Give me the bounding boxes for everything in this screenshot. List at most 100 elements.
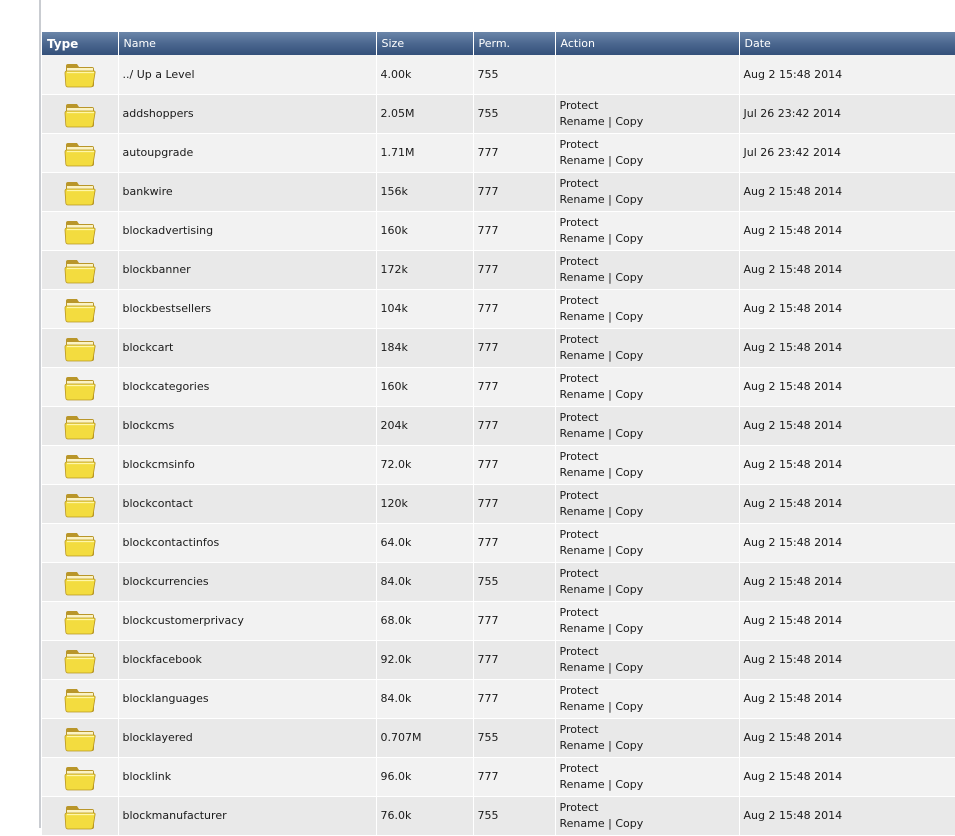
copy-link[interactable]: Copy (615, 388, 643, 401)
file-permissions[interactable]: 755 (473, 796, 556, 836)
folder-icon[interactable] (64, 336, 96, 362)
rename-link[interactable]: Rename (560, 622, 605, 635)
file-name[interactable]: blocklink (118, 757, 377, 797)
folder-icon[interactable] (64, 414, 96, 440)
rename-link[interactable]: Rename (560, 778, 605, 791)
file-name[interactable]: blockcurrencies (118, 562, 377, 602)
row-name[interactable]: blockcustomerprivacy (123, 614, 244, 627)
copy-link[interactable]: Copy (615, 271, 643, 284)
row-name[interactable]: blockcontactinfos (123, 536, 220, 549)
folder-icon[interactable] (64, 687, 96, 713)
folder-icon[interactable] (64, 726, 96, 752)
file-name[interactable]: blockcart (118, 328, 377, 368)
file-permissions[interactable]: 755 (473, 562, 556, 602)
rename-link[interactable]: Rename (560, 505, 605, 518)
protect-link[interactable]: Protect (560, 294, 599, 307)
copy-link[interactable]: Copy (615, 115, 643, 128)
column-header-type[interactable]: Type (42, 32, 119, 55)
file-name[interactable]: blockcustomerprivacy (118, 601, 377, 641)
file-permissions[interactable]: 777 (473, 133, 556, 173)
row-name[interactable]: blockbanner (123, 263, 191, 276)
copy-link[interactable]: Copy (615, 544, 643, 557)
row-name[interactable]: addshoppers (123, 107, 194, 120)
row-name[interactable]: blocklayered (123, 731, 193, 744)
copy-link[interactable]: Copy (615, 466, 643, 479)
copy-link[interactable]: Copy (615, 232, 643, 245)
protect-link[interactable]: Protect (560, 255, 599, 268)
protect-link[interactable]: Protect (560, 684, 599, 697)
file-permissions[interactable]: 777 (473, 172, 556, 212)
rename-link[interactable]: Rename (560, 817, 605, 830)
copy-link[interactable]: Copy (615, 700, 643, 713)
file-permissions[interactable]: 777 (473, 367, 556, 407)
folder-icon[interactable] (64, 102, 96, 128)
folder-icon[interactable] (64, 258, 96, 284)
folder-icon[interactable] (64, 62, 96, 88)
file-name[interactable]: blockbanner (118, 250, 377, 290)
rename-link[interactable]: Rename (560, 661, 605, 674)
protect-link[interactable]: Protect (560, 411, 599, 424)
rename-link[interactable]: Rename (560, 700, 605, 713)
rename-link[interactable]: Rename (560, 115, 605, 128)
protect-link[interactable]: Protect (560, 333, 599, 346)
folder-icon[interactable] (64, 492, 96, 518)
file-name[interactable]: ../ Up a Level (118, 55, 377, 95)
copy-link[interactable]: Copy (615, 427, 643, 440)
protect-link[interactable]: Protect (560, 723, 599, 736)
row-name[interactable]: blockbestsellers (123, 302, 212, 315)
row-name[interactable]: blockcart (123, 341, 174, 354)
rename-link[interactable]: Rename (560, 466, 605, 479)
file-name[interactable]: blockcategories (118, 367, 377, 407)
protect-link[interactable]: Protect (560, 99, 599, 112)
protect-link[interactable]: Protect (560, 177, 599, 190)
copy-link[interactable]: Copy (615, 310, 643, 323)
copy-link[interactable]: Copy (615, 583, 643, 596)
folder-icon[interactable] (64, 609, 96, 635)
file-name[interactable]: blocklanguages (118, 679, 377, 719)
file-name[interactable]: blockcontactinfos (118, 523, 377, 563)
protect-link[interactable]: Protect (560, 762, 599, 775)
file-permissions[interactable]: 777 (473, 289, 556, 329)
protect-link[interactable]: Protect (560, 372, 599, 385)
row-name[interactable]: blockcurrencies (123, 575, 209, 588)
folder-icon[interactable] (64, 180, 96, 206)
file-permissions[interactable]: 777 (473, 406, 556, 446)
row-name[interactable]: blockmanufacturer (123, 809, 227, 822)
folder-icon[interactable] (64, 648, 96, 674)
protect-link[interactable]: Protect (560, 645, 599, 658)
file-permissions[interactable]: 755 (473, 94, 556, 134)
folder-icon[interactable] (64, 765, 96, 791)
file-permissions[interactable]: 777 (473, 601, 556, 641)
copy-link[interactable]: Copy (615, 778, 643, 791)
protect-link[interactable]: Protect (560, 450, 599, 463)
rename-link[interactable]: Rename (560, 271, 605, 284)
file-name[interactable]: blockcontact (118, 484, 377, 524)
row-name[interactable]: blockcmsinfo (123, 458, 195, 471)
rename-link[interactable]: Rename (560, 583, 605, 596)
row-name[interactable]: blockfacebook (123, 653, 202, 666)
rename-link[interactable]: Rename (560, 232, 605, 245)
copy-link[interactable]: Copy (615, 661, 643, 674)
rename-link[interactable]: Rename (560, 349, 605, 362)
file-permissions[interactable]: 777 (473, 484, 556, 524)
file-permissions[interactable]: 777 (473, 757, 556, 797)
column-header-size[interactable]: Size (376, 32, 474, 55)
rename-link[interactable]: Rename (560, 193, 605, 206)
rename-link[interactable]: Rename (560, 427, 605, 440)
file-name[interactable]: blockcmsinfo (118, 445, 377, 485)
file-name[interactable]: bankwire (118, 172, 377, 212)
protect-link[interactable]: Protect (560, 489, 599, 502)
copy-link[interactable]: Copy (615, 622, 643, 635)
file-name[interactable]: blockfacebook (118, 640, 377, 680)
file-name[interactable]: blockcms (118, 406, 377, 446)
row-name[interactable]: blocklanguages (123, 692, 209, 705)
copy-link[interactable]: Copy (615, 505, 643, 518)
protect-link[interactable]: Protect (560, 801, 599, 814)
row-name[interactable]: blocklink (123, 770, 172, 783)
file-name[interactable]: blockmanufacturer (118, 796, 377, 836)
copy-link[interactable]: Copy (615, 193, 643, 206)
protect-link[interactable]: Protect (560, 567, 599, 580)
file-permissions[interactable]: 777 (473, 250, 556, 290)
file-name[interactable]: blockbestsellers (118, 289, 377, 329)
file-name[interactable]: blockadvertising (118, 211, 377, 251)
